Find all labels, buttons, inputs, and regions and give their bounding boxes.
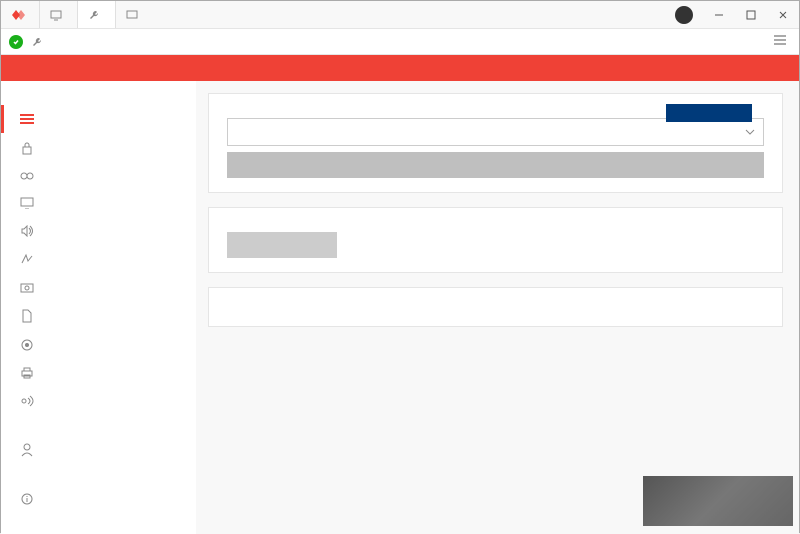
monitor-icon [50, 9, 62, 21]
sidebar-item-privacy[interactable] [1, 163, 196, 189]
sidebar-title [1, 95, 196, 105]
sidebar-item-audio[interactable] [1, 217, 196, 245]
language-section [208, 93, 783, 193]
sidebar-item-record[interactable] [1, 331, 196, 359]
alias-section [208, 207, 783, 273]
close-button[interactable] [767, 1, 799, 29]
lock-icon [19, 141, 35, 155]
sidebar-item-wol[interactable] [1, 387, 196, 415]
ui-icon [19, 113, 35, 125]
sidebar-item-security[interactable] [1, 133, 196, 163]
restart-button[interactable] [227, 152, 764, 178]
preview-thumbnail [643, 476, 793, 526]
capture-icon [19, 281, 35, 293]
menu-button[interactable] [769, 30, 791, 53]
sidebar-item-connection[interactable] [1, 245, 196, 273]
sidebar-item-ui[interactable] [1, 105, 196, 133]
wrench-icon [88, 9, 100, 21]
connection-icon [19, 253, 35, 265]
audio-icon [19, 225, 35, 237]
sidebar-item-printer[interactable] [1, 359, 196, 387]
printer-icon [19, 367, 35, 379]
sidebar-item-capture[interactable] [1, 273, 196, 301]
misc-section [208, 287, 783, 327]
maximize-button[interactable] [735, 1, 767, 29]
sidebar-item-display[interactable] [1, 189, 196, 217]
chevron-down-icon [745, 129, 755, 135]
privacy-icon [19, 171, 35, 181]
license-banner [1, 55, 799, 81]
account-icon [19, 443, 35, 457]
monitor-plus-icon [126, 9, 138, 21]
wrench-icon [31, 36, 43, 48]
app-logo [1, 6, 39, 24]
tab-settings[interactable] [77, 1, 115, 28]
file-icon [19, 309, 35, 323]
choose-alias-button[interactable] [227, 232, 337, 258]
tab-new[interactable] [115, 1, 148, 28]
minimize-button[interactable] [703, 1, 735, 29]
tab-new-connection[interactable] [39, 1, 77, 28]
record-icon [19, 339, 35, 351]
sidebar-item-filetransfer[interactable] [1, 301, 196, 331]
info-icon [19, 493, 35, 505]
user-avatar[interactable] [675, 6, 693, 24]
display-icon [19, 197, 35, 209]
wol-icon [19, 395, 35, 407]
highlight-tag [666, 104, 752, 122]
status-indicator [9, 35, 23, 49]
sidebar-item-about[interactable] [1, 485, 196, 513]
language-select[interactable] [227, 118, 764, 146]
sidebar-item-account[interactable] [1, 435, 196, 465]
